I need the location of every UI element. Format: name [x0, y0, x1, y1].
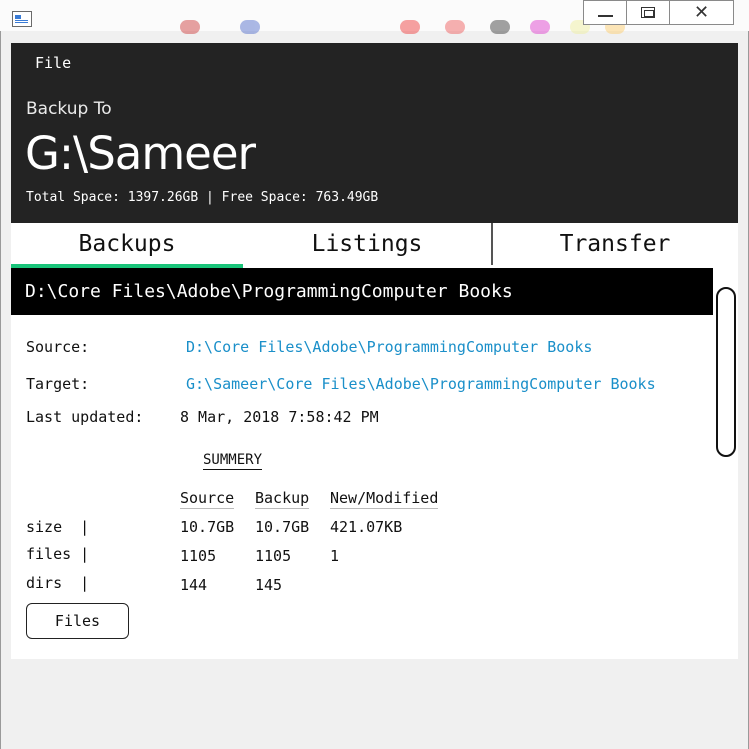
dirs-source: 144: [180, 576, 208, 594]
vertical-scrollbar[interactable]: [716, 287, 736, 457]
title-bar: ✕: [0, 0, 749, 34]
source-label: Source:: [26, 338, 90, 356]
backup-path-title[interactable]: D:\Core Files\Adobe\ProgrammingComputer …: [11, 268, 713, 315]
minimize-icon: [598, 15, 613, 17]
tab-backups[interactable]: Backups: [11, 223, 243, 268]
close-icon: ✕: [694, 2, 710, 23]
tab-listings[interactable]: Listings: [243, 223, 491, 268]
column-header-new-modified: New/Modified: [330, 489, 439, 509]
target-link[interactable]: G:\Sameer\Core Files\Adobe\ProgrammingCo…: [186, 375, 656, 393]
backup-detail: D:\Core Files\Adobe\ProgrammingComputer …: [11, 268, 738, 659]
files-new: 1: [330, 547, 340, 565]
size-source: 10.7GB: [180, 518, 235, 536]
maximize-button[interactable]: [626, 0, 670, 25]
column-header-backup: Backup: [255, 489, 310, 509]
files-backup: 1105: [255, 547, 292, 565]
target-label: Target:: [26, 375, 90, 393]
row-label-files: files |: [26, 545, 90, 563]
row-label-dirs: dirs |: [26, 574, 90, 592]
size-backup: 10.7GB: [255, 518, 310, 536]
drive-title: G:\Sameer: [25, 127, 256, 180]
source-link[interactable]: D:\Core Files\Adobe\ProgrammingComputer …: [186, 338, 592, 356]
files-source: 1105: [180, 547, 217, 565]
minimize-button[interactable]: [583, 0, 627, 25]
header: File Backup To G:\Sameer Total Space: 13…: [11, 43, 738, 223]
dirs-backup: 145: [255, 576, 283, 594]
backup-to-label: Backup To: [26, 99, 112, 119]
last-updated-label: Last updated:: [26, 408, 144, 426]
size-new: 421.07KB: [330, 518, 403, 536]
last-updated-value: 8 Mar, 2018 7:58:42 PM: [180, 408, 379, 426]
tab-bar: Backups Listings Transfer: [11, 223, 738, 268]
row-label-size: size |: [26, 518, 90, 536]
column-header-source: Source: [180, 489, 235, 509]
summary-title: SUMMERY: [203, 452, 263, 470]
space-info: Total Space: 1397.26GB | Free Space: 763…: [26, 190, 379, 205]
tab-transfer[interactable]: Transfer: [492, 223, 738, 268]
window-footer: [11, 659, 738, 739]
app-icon: [12, 11, 32, 27]
close-button[interactable]: ✕: [669, 0, 734, 25]
maximize-icon: [641, 7, 655, 18]
files-button[interactable]: Files: [26, 603, 129, 639]
menu-file[interactable]: File: [35, 54, 71, 72]
